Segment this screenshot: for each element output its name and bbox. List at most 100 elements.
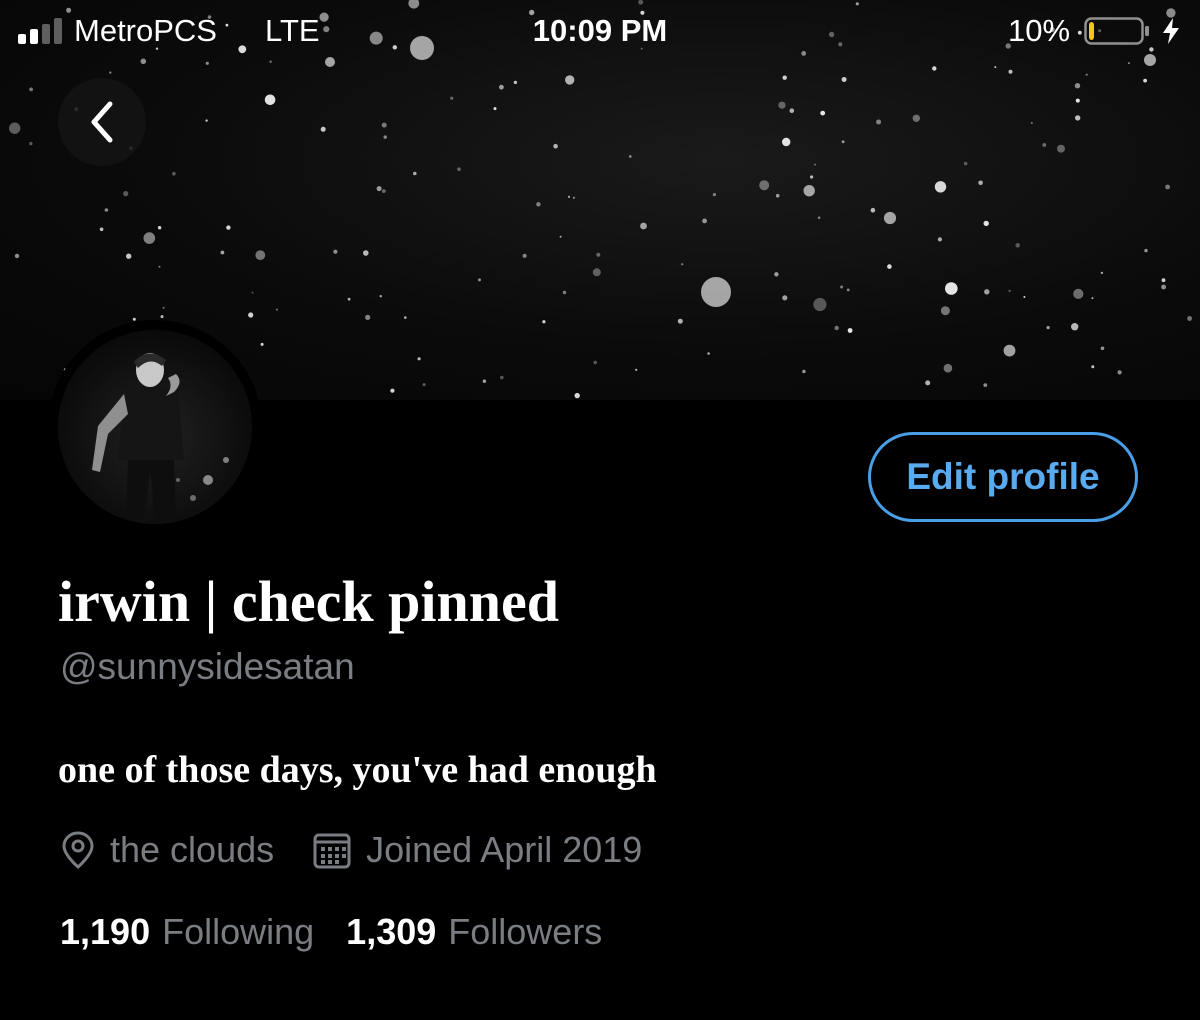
star xyxy=(542,320,546,324)
back-button[interactable] xyxy=(58,78,146,166)
star xyxy=(160,315,164,319)
star xyxy=(123,191,129,197)
star xyxy=(813,297,827,312)
star xyxy=(1075,98,1080,103)
star xyxy=(978,180,983,186)
star xyxy=(841,77,847,82)
profile-joined: Joined April 2019 xyxy=(312,829,642,871)
star xyxy=(1085,73,1088,76)
star xyxy=(417,357,421,361)
location-pin-icon xyxy=(62,831,94,869)
star xyxy=(99,227,104,232)
star xyxy=(450,96,454,100)
star xyxy=(593,360,597,365)
edit-profile-button[interactable]: Edit profile xyxy=(868,432,1138,522)
star xyxy=(562,290,567,295)
star xyxy=(248,312,254,318)
battery-percent: 10% xyxy=(1008,13,1071,48)
star xyxy=(707,352,710,355)
star xyxy=(574,392,580,399)
star xyxy=(983,220,989,227)
star xyxy=(635,368,638,371)
star xyxy=(963,161,968,166)
star xyxy=(887,264,892,269)
profile-bio: one of those days, you've had enough xyxy=(58,749,657,791)
star xyxy=(1117,370,1122,375)
star xyxy=(994,66,997,69)
star xyxy=(983,383,988,387)
star xyxy=(260,342,264,346)
star xyxy=(251,291,254,294)
location-text: the clouds xyxy=(110,829,275,870)
star xyxy=(255,250,266,260)
star xyxy=(817,216,821,219)
star xyxy=(640,222,647,230)
star xyxy=(943,363,953,373)
star xyxy=(834,325,839,331)
star xyxy=(553,143,558,149)
star xyxy=(759,180,770,191)
star xyxy=(984,289,990,295)
star xyxy=(132,317,136,321)
star xyxy=(778,101,786,109)
star xyxy=(333,249,338,254)
star xyxy=(1057,144,1065,153)
star xyxy=(500,375,504,380)
star xyxy=(172,171,176,176)
status-bar: MetroPCS LTE 10:09 PM 10% xyxy=(0,0,1200,64)
display-name: irwin | check pinned xyxy=(58,569,560,634)
star xyxy=(1165,184,1170,190)
followers-link[interactable]: 1,309 Followers xyxy=(346,911,602,953)
followers-count: 1,309 xyxy=(346,911,437,952)
star xyxy=(413,171,417,176)
star xyxy=(592,268,601,277)
star xyxy=(782,295,788,301)
star xyxy=(912,114,920,123)
star xyxy=(499,84,504,90)
star xyxy=(205,119,208,122)
star xyxy=(29,142,33,146)
star xyxy=(1161,284,1166,290)
avatar-photo xyxy=(58,330,252,524)
star xyxy=(1143,78,1147,83)
star xyxy=(1161,278,1166,283)
profile-location: the clouds xyxy=(60,829,274,871)
avatar[interactable] xyxy=(58,330,252,524)
star xyxy=(820,110,826,116)
star xyxy=(1008,289,1011,293)
following-link[interactable]: 1,190 Following xyxy=(60,911,314,953)
star xyxy=(1100,346,1105,351)
star xyxy=(629,155,632,158)
star xyxy=(1008,69,1013,74)
star xyxy=(383,135,387,139)
chevron-left-icon xyxy=(91,101,113,143)
star xyxy=(677,318,683,324)
profile-meta: the clouds Joined April 2019 xyxy=(60,826,642,874)
star xyxy=(493,107,497,111)
following-label: Following xyxy=(162,911,315,952)
star xyxy=(1015,243,1020,248)
star xyxy=(126,253,132,259)
star xyxy=(775,193,780,198)
star xyxy=(404,316,407,319)
star xyxy=(940,306,950,316)
star xyxy=(883,211,897,225)
star xyxy=(379,295,382,298)
star xyxy=(565,75,575,85)
star xyxy=(9,122,21,134)
star xyxy=(513,80,518,85)
star xyxy=(712,193,717,197)
star xyxy=(422,383,426,387)
bokeh-light xyxy=(701,277,731,307)
star xyxy=(365,314,371,320)
star xyxy=(536,202,541,207)
star xyxy=(363,250,369,256)
star xyxy=(774,272,779,277)
star xyxy=(937,237,943,242)
star xyxy=(876,119,882,125)
star xyxy=(559,235,562,238)
star xyxy=(567,195,571,198)
star xyxy=(1144,248,1148,253)
star xyxy=(840,285,844,289)
star xyxy=(1075,115,1081,121)
